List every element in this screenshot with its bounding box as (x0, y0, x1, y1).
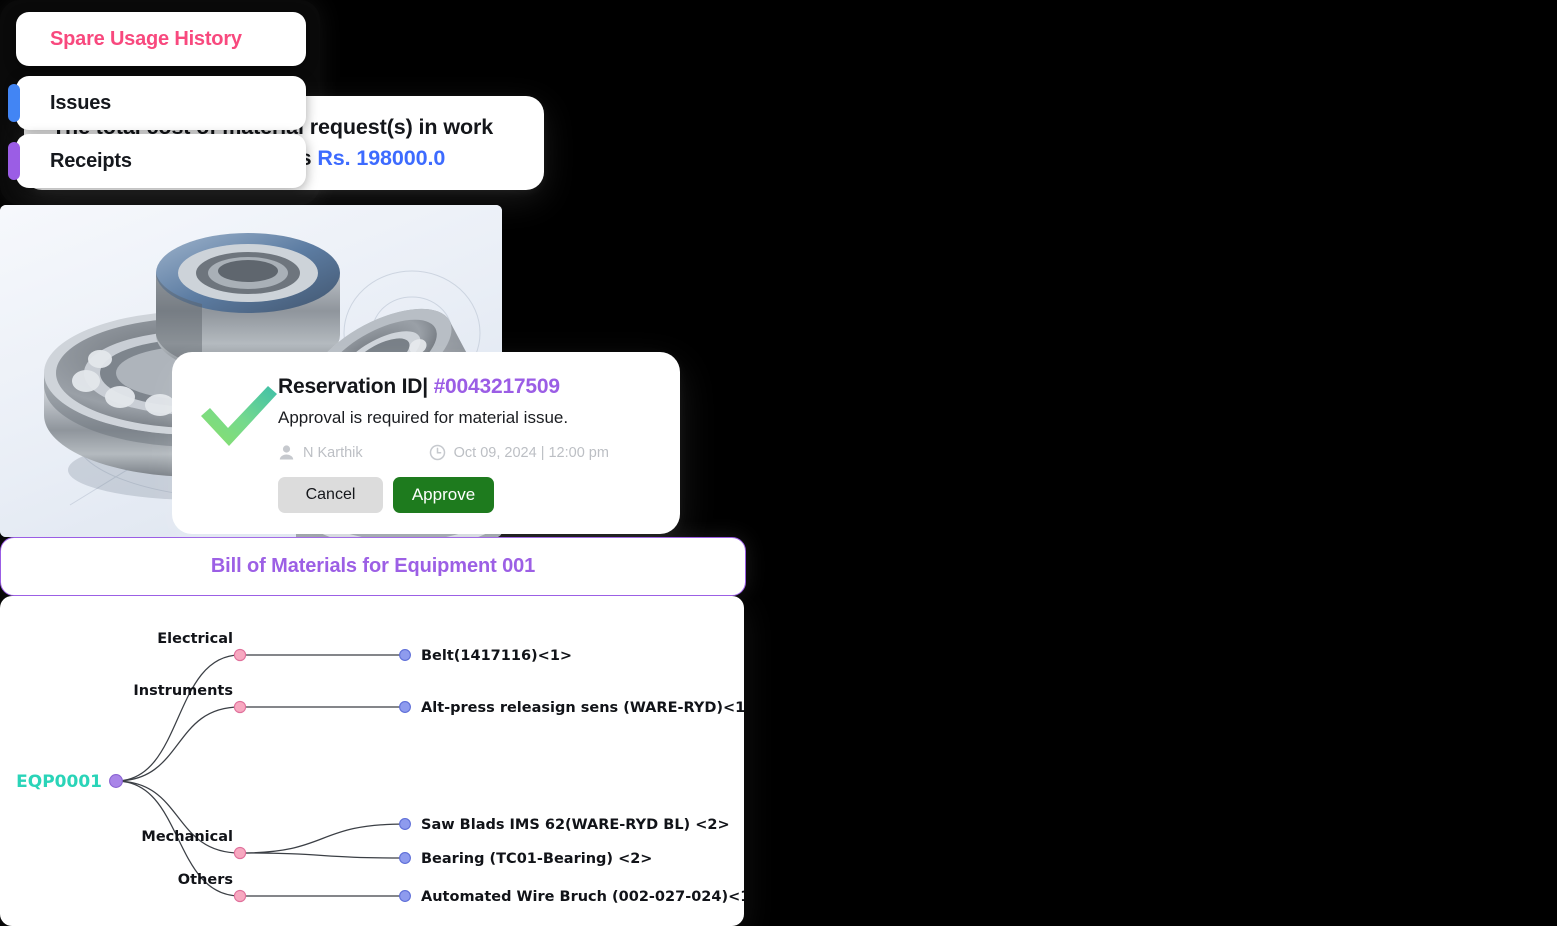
category-label-mechanical: Mechanical (141, 829, 233, 845)
tree-edge (239, 823, 406, 854)
leaf-node[interactable] (399, 852, 411, 864)
category-label-instruments: Instruments (133, 683, 233, 699)
root-label: EQP0001 (16, 772, 102, 792)
reservation-title-row: Reservation ID| #0043217509 (278, 374, 664, 400)
category-node[interactable] (233, 889, 247, 903)
menu-item-receipts[interactable]: Receipts (8, 134, 306, 188)
category-label-others: Others (178, 872, 233, 888)
leaf-node[interactable] (399, 818, 411, 830)
spare-usage-menu-panel: Spare Usage History Issues Receipts (0, 0, 320, 205)
menu-accent-bar-receipts (8, 142, 20, 180)
green-check-icon (201, 386, 277, 446)
cancel-button[interactable]: Cancel (278, 477, 383, 513)
menu-accent-bar-issues (8, 84, 20, 122)
bom-header-card: Bill of Materials for Equipment 001 (0, 537, 746, 596)
bom-tree: Electrical Belt(1417116)<1> Instruments Alt… (16, 631, 744, 905)
person-icon (279, 445, 294, 460)
category-label-electrical: Electrical (157, 631, 233, 647)
clock-icon (429, 444, 445, 461)
leaf-label: Belt(1417116)<1> (421, 648, 572, 664)
reservation-meta-row: N Karthik Oct 09, 2024 | 12:00 pm (278, 444, 664, 461)
leaf-label: Saw Blads IMS 62(WARE-RYD BL) <2> (421, 817, 730, 833)
tree-edge (239, 852, 406, 859)
leaf-node[interactable] (399, 890, 411, 902)
reservation-approval-card: Reservation ID| #0043217509 Approval is … (172, 352, 680, 534)
menu-item-spare-usage-history[interactable]: Spare Usage History (16, 12, 306, 66)
screen-root: The total cost of material request(s) in… (0, 0, 1557, 926)
reservation-actions: Cancel Approve (278, 477, 664, 513)
category-node[interactable] (233, 846, 247, 860)
bom-tree-panel: Electrical Belt(1417116)<1> Instruments Alt… (0, 596, 744, 926)
reservation-id-label: Reservation ID| (278, 375, 428, 398)
leaf-label: Automated Wire Bruch (002-027-024)<1> (421, 889, 744, 905)
reservation-timestamp: Oct 09, 2024 | 12:00 pm (453, 444, 609, 461)
leaf-label: Alt-press releasign sens (WARE-RYD)<1> (421, 700, 744, 716)
approve-button[interactable]: Approve (393, 477, 494, 513)
reservation-body: Reservation ID| #0043217509 Approval is … (278, 374, 664, 513)
leaf-label: Bearing (TC01-Bearing) <2> (421, 851, 652, 867)
menu-item-label: Receipts (50, 149, 132, 172)
menu-item-issues[interactable]: Issues (8, 76, 306, 130)
menu-item-label: Spare Usage History (50, 27, 242, 50)
leaf-node[interactable] (399, 701, 411, 713)
tree-edge (115, 654, 241, 782)
category-node[interactable] (233, 648, 247, 662)
bom-title: Bill of Materials for Equipment 001 (210, 555, 536, 577)
reservation-id-value: #0043217509 (433, 375, 560, 398)
category-node[interactable] (233, 700, 247, 714)
reservation-subtitle: Approval is required for material issue. (278, 408, 569, 427)
leaf-node[interactable] (399, 649, 411, 661)
reservation-user: N Karthik (303, 444, 363, 461)
root-node[interactable] (109, 774, 123, 788)
menu-item-label: Issues (50, 91, 112, 114)
tree-labels: Electrical Belt(1417116)<1> Instruments Alt… (16, 631, 744, 905)
cost-amount: Rs. 198000.0 (317, 146, 446, 170)
